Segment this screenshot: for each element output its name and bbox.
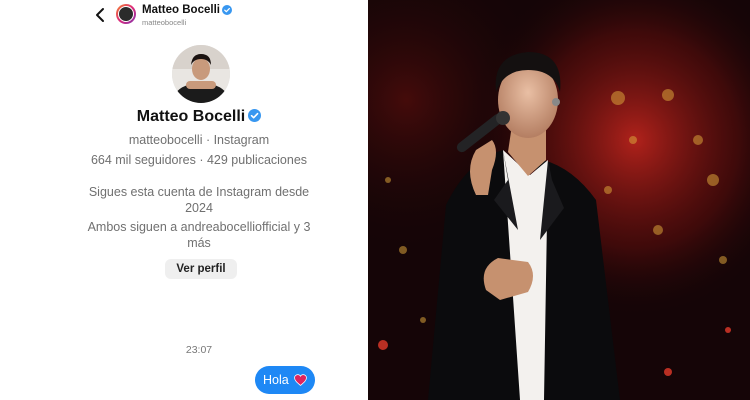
header-name[interactable]: Matteo Bocelli <box>142 4 232 16</box>
view-profile-button[interactable]: Ver perfil <box>165 259 237 279</box>
verified-icon <box>248 109 262 122</box>
sent-message-bubble[interactable]: Hola <box>255 366 315 394</box>
chat-header: Matteo Bocelli matteobocelli <box>80 0 318 30</box>
profile-photo <box>172 45 230 103</box>
chat-panel: Matteo Bocelli matteobocelli Matteo Boce… <box>80 0 318 400</box>
message-timestamp: 23:07 <box>185 344 213 356</box>
concert-photo <box>368 0 750 400</box>
back-icon[interactable] <box>92 6 108 24</box>
profile-avatar[interactable] <box>172 45 230 103</box>
heart-icon <box>294 374 308 386</box>
avatar-image <box>118 6 134 22</box>
singer-on-stage-image <box>368 0 750 400</box>
header-username: matteobocelli <box>142 18 187 27</box>
profile-name-text: Matteo Bocelli <box>136 108 246 125</box>
profile-name: Matteo Bocelli <box>80 108 318 126</box>
verified-icon <box>221 5 232 15</box>
header-avatar[interactable] <box>116 4 136 24</box>
profile-handle-line: matteobocelli · Instagram <box>128 133 270 147</box>
mutual-follow-line: Ambos siguen a andreabocelliofficial y 3… <box>87 220 311 250</box>
message-text: Hola <box>263 373 289 387</box>
chat-screenshot: Matteo Bocelli matteobocelli Matteo Boce… <box>0 0 368 400</box>
profile-stats-line: 664 mil seguidores · 429 publicaciones <box>90 153 308 167</box>
header-name-text: Matteo Bocelli <box>142 4 220 16</box>
following-since-line: Sigues esta cuenta de Instagram desde 20… <box>88 185 310 215</box>
